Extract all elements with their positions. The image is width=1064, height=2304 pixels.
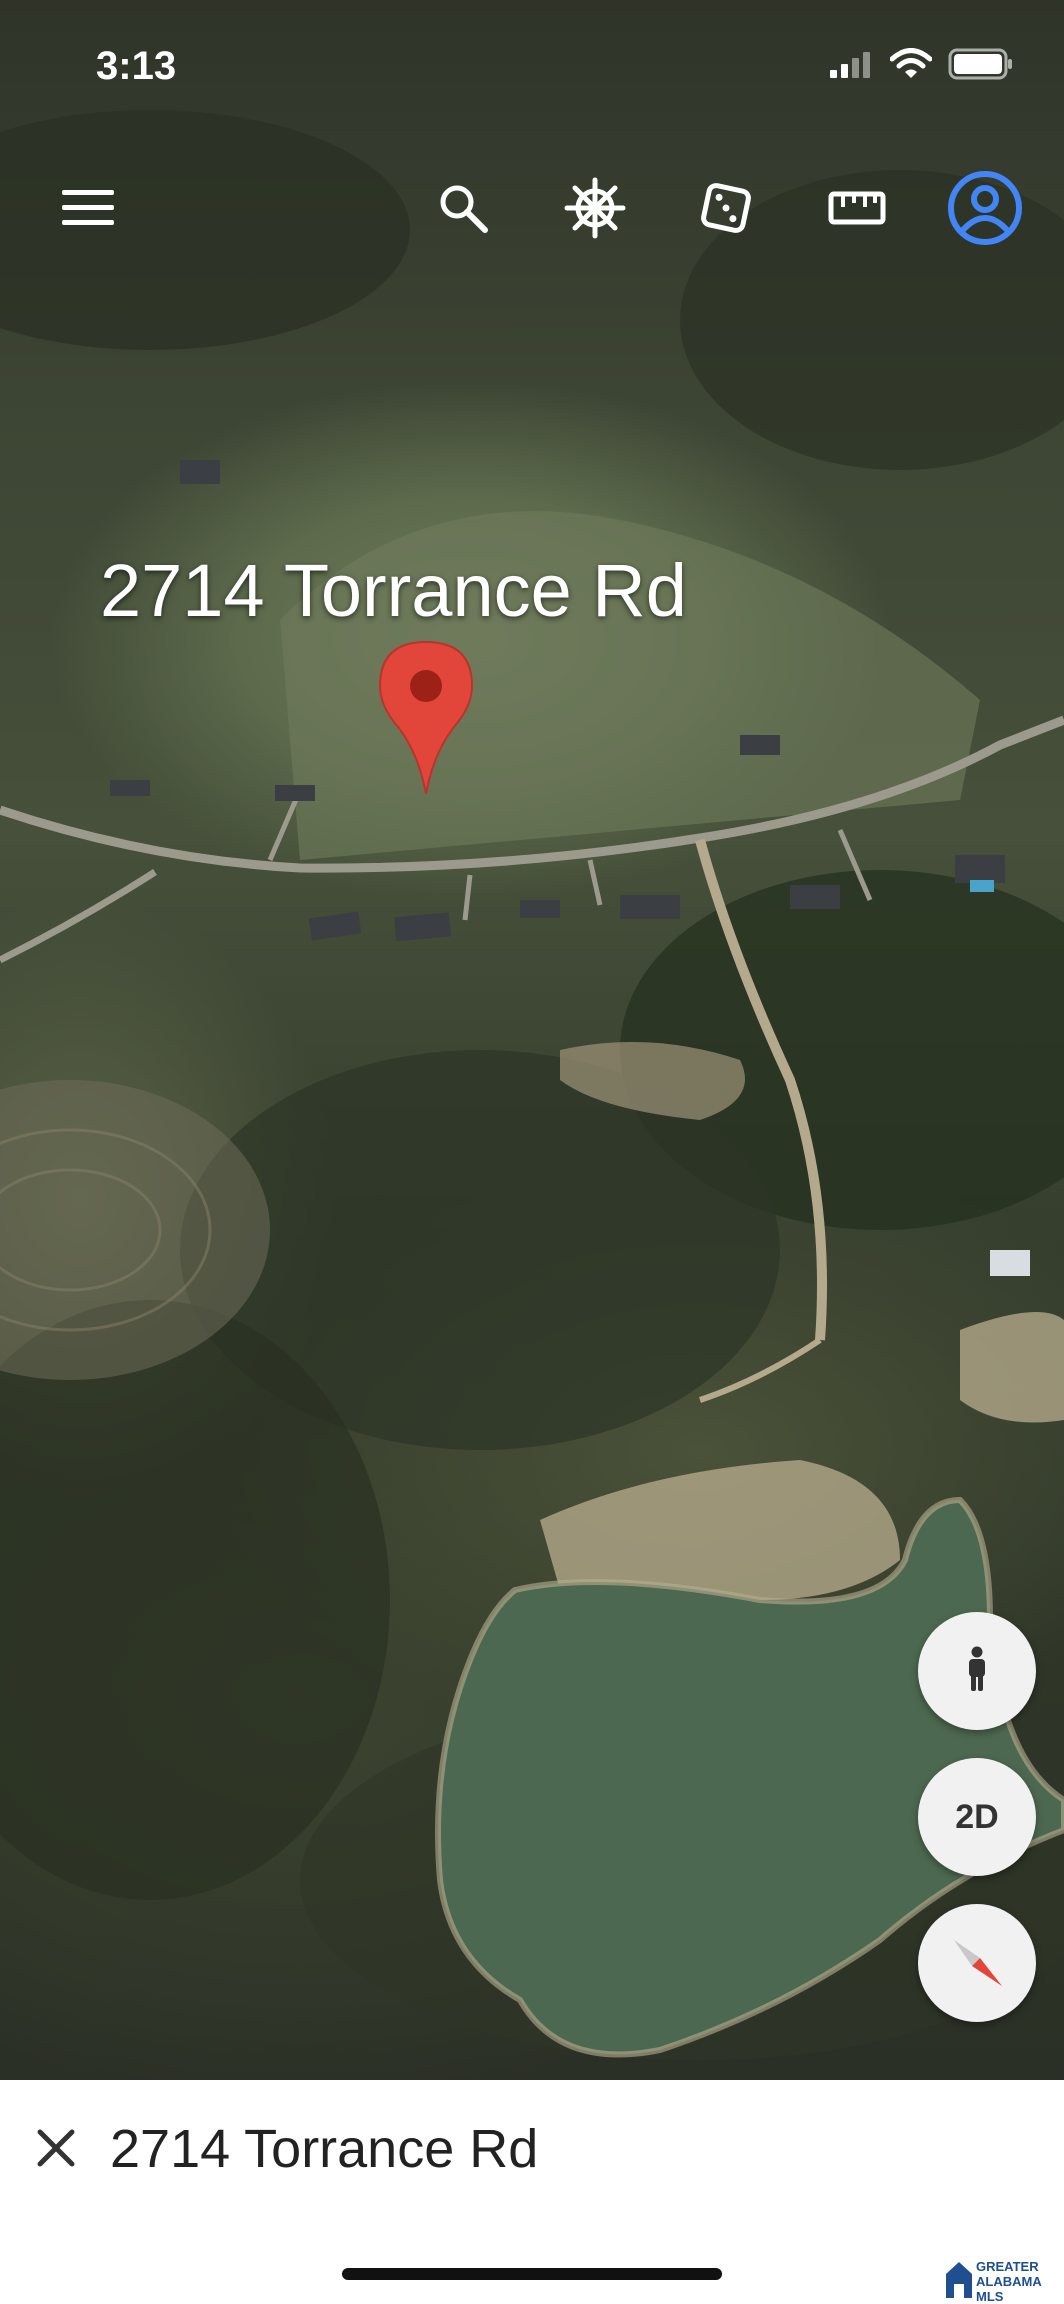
wifi-icon xyxy=(889,48,933,85)
svg-text:ALABAMA: ALABAMA xyxy=(976,2274,1042,2289)
status-bar: 3:13 xyxy=(0,0,1064,130)
battery-icon xyxy=(948,48,1014,85)
search-icon xyxy=(437,182,489,239)
compass-icon xyxy=(942,1926,1012,2001)
mls-logo-wordmark: GREATER ALABAMA MLS xyxy=(976,2259,1042,2303)
view-mode-label: 2D xyxy=(955,1797,999,1836)
view-mode-button[interactable]: 2D xyxy=(918,1758,1036,1876)
status-icons xyxy=(830,48,1014,85)
satellite-map[interactable] xyxy=(0,0,1064,2080)
voyager-icon xyxy=(563,176,627,245)
measure-button[interactable] xyxy=(817,170,897,250)
search-button[interactable] xyxy=(423,170,503,250)
menu-button[interactable] xyxy=(48,170,128,250)
home-indicator[interactable] xyxy=(342,2268,722,2280)
location-pin-icon[interactable] xyxy=(378,640,474,801)
svg-text:MLS: MLS xyxy=(976,2289,1004,2303)
menu-icon xyxy=(62,188,114,233)
top-toolbar xyxy=(0,170,1064,260)
place-bottom-sheet: 2714 Torrance Rd GREATER ALABAMA MLS xyxy=(0,2080,1064,2304)
close-button[interactable] xyxy=(26,2120,86,2180)
account-icon xyxy=(947,170,1023,251)
measure-icon xyxy=(828,191,886,230)
voyager-button[interactable] xyxy=(555,170,635,250)
street-view-button[interactable] xyxy=(918,1612,1036,1730)
map-terrain xyxy=(0,110,1064,2060)
svg-text:GREATER: GREATER xyxy=(976,2259,1039,2274)
feeling-lucky-button[interactable] xyxy=(686,170,766,250)
feeling-lucky-icon xyxy=(698,180,754,241)
status-time: 3:13 xyxy=(96,44,177,88)
close-icon xyxy=(36,2128,76,2173)
pegman-icon xyxy=(962,1646,992,1697)
signal-icon xyxy=(830,50,874,83)
map-place-label: 2714 Torrance Rd xyxy=(100,549,687,632)
house-logo-icon xyxy=(946,2262,972,2298)
compass-button[interactable] xyxy=(918,1904,1036,2022)
mls-logo: GREATER ALABAMA MLS xyxy=(944,2256,1064,2304)
account-button[interactable] xyxy=(945,170,1025,250)
place-title: 2714 Torrance Rd xyxy=(110,2119,539,2179)
